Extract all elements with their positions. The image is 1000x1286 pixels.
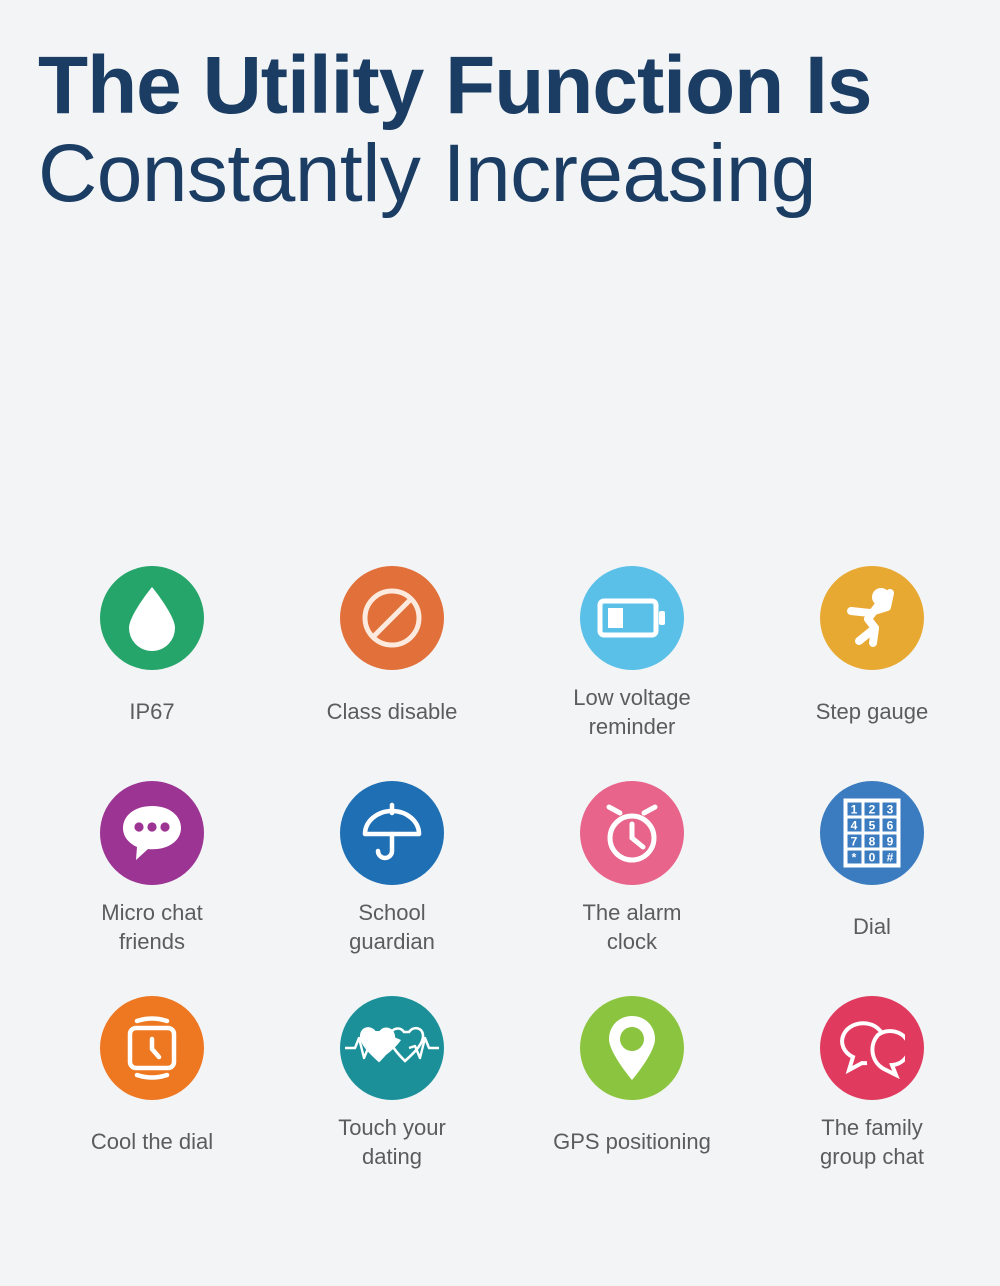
feature-item-class-disable: Class disable <box>272 540 512 755</box>
keypad-key: 3 <box>887 803 894 817</box>
battery-low-icon <box>580 566 684 670</box>
page-title: The Utility Function Is Constantly Incre… <box>38 44 968 219</box>
dial-keypad-icon: 1 2 3 4 5 6 7 8 9 * 0 # <box>820 781 924 885</box>
keypad-key: 5 <box>869 819 876 833</box>
location-pin-icon <box>580 996 684 1100</box>
feature-item-low-voltage: Low voltage reminder <box>512 540 752 755</box>
keypad-key: 9 <box>887 835 894 849</box>
feature-grid: IP67 Class disable Low voltage reminder … <box>32 540 992 1185</box>
chat-bubble-dots-icon <box>100 781 204 885</box>
feature-item-school-guardian: School guardian <box>272 755 512 970</box>
keypad-key: 6 <box>887 819 894 833</box>
group-chat-bubbles-icon <box>820 996 924 1100</box>
feature-label: The family group chat <box>820 1115 924 1169</box>
feature-item-micro-chat: Micro chat friends <box>32 755 272 970</box>
feature-item-ip67: IP67 <box>32 540 272 755</box>
feature-label: Micro chat friends <box>101 900 203 954</box>
water-drop-icon <box>100 566 204 670</box>
feature-item-alarm-clock: The alarm clock <box>512 755 752 970</box>
feature-label: Cool the dial <box>90 1129 214 1155</box>
feature-item-gps-positioning: GPS positioning <box>512 970 752 1185</box>
keypad-key: 8 <box>869 835 876 849</box>
keypad-key: 1 <box>851 803 858 817</box>
umbrella-icon <box>340 781 444 885</box>
page-title-line-2: Constantly Increasing <box>38 127 817 219</box>
keypad-key: 7 <box>851 835 858 849</box>
keypad-key: 0 <box>869 851 876 865</box>
page-title-line-1: The Utility Function Is <box>38 40 872 131</box>
feature-label: The alarm clock <box>582 900 682 954</box>
keypad-key: 4 <box>851 819 858 833</box>
two-hearts-heartbeat-icon <box>340 996 444 1100</box>
feature-label: Dial <box>853 914 891 940</box>
feature-label: School guardian <box>349 900 435 954</box>
feature-label: Low voltage reminder <box>573 685 691 739</box>
keypad-key: * <box>852 851 857 865</box>
running-person-icon <box>820 566 924 670</box>
feature-label: IP67 <box>129 699 175 725</box>
no-entry-icon <box>340 566 444 670</box>
feature-item-touch-your-dating: Touch your dating <box>272 970 512 1185</box>
alarm-clock-icon <box>580 781 684 885</box>
feature-item-step-gauge: Step gauge <box>752 540 992 755</box>
feature-label: GPS positioning <box>553 1129 711 1155</box>
feature-item-dial: 1 2 3 4 5 6 7 8 9 * 0 # Dial <box>752 755 992 970</box>
feature-label: Step gauge <box>815 699 929 725</box>
smartwatch-icon <box>100 996 204 1100</box>
keypad-key: 2 <box>869 803 876 817</box>
keypad-key: # <box>887 851 894 865</box>
feature-item-cool-the-dial: Cool the dial <box>32 970 272 1185</box>
feature-item-family-group-chat: The family group chat <box>752 970 992 1185</box>
promo-page: The Utility Function Is Constantly Incre… <box>0 0 1000 1286</box>
feature-label: Class disable <box>326 699 458 725</box>
feature-label: Touch your dating <box>338 1115 446 1169</box>
